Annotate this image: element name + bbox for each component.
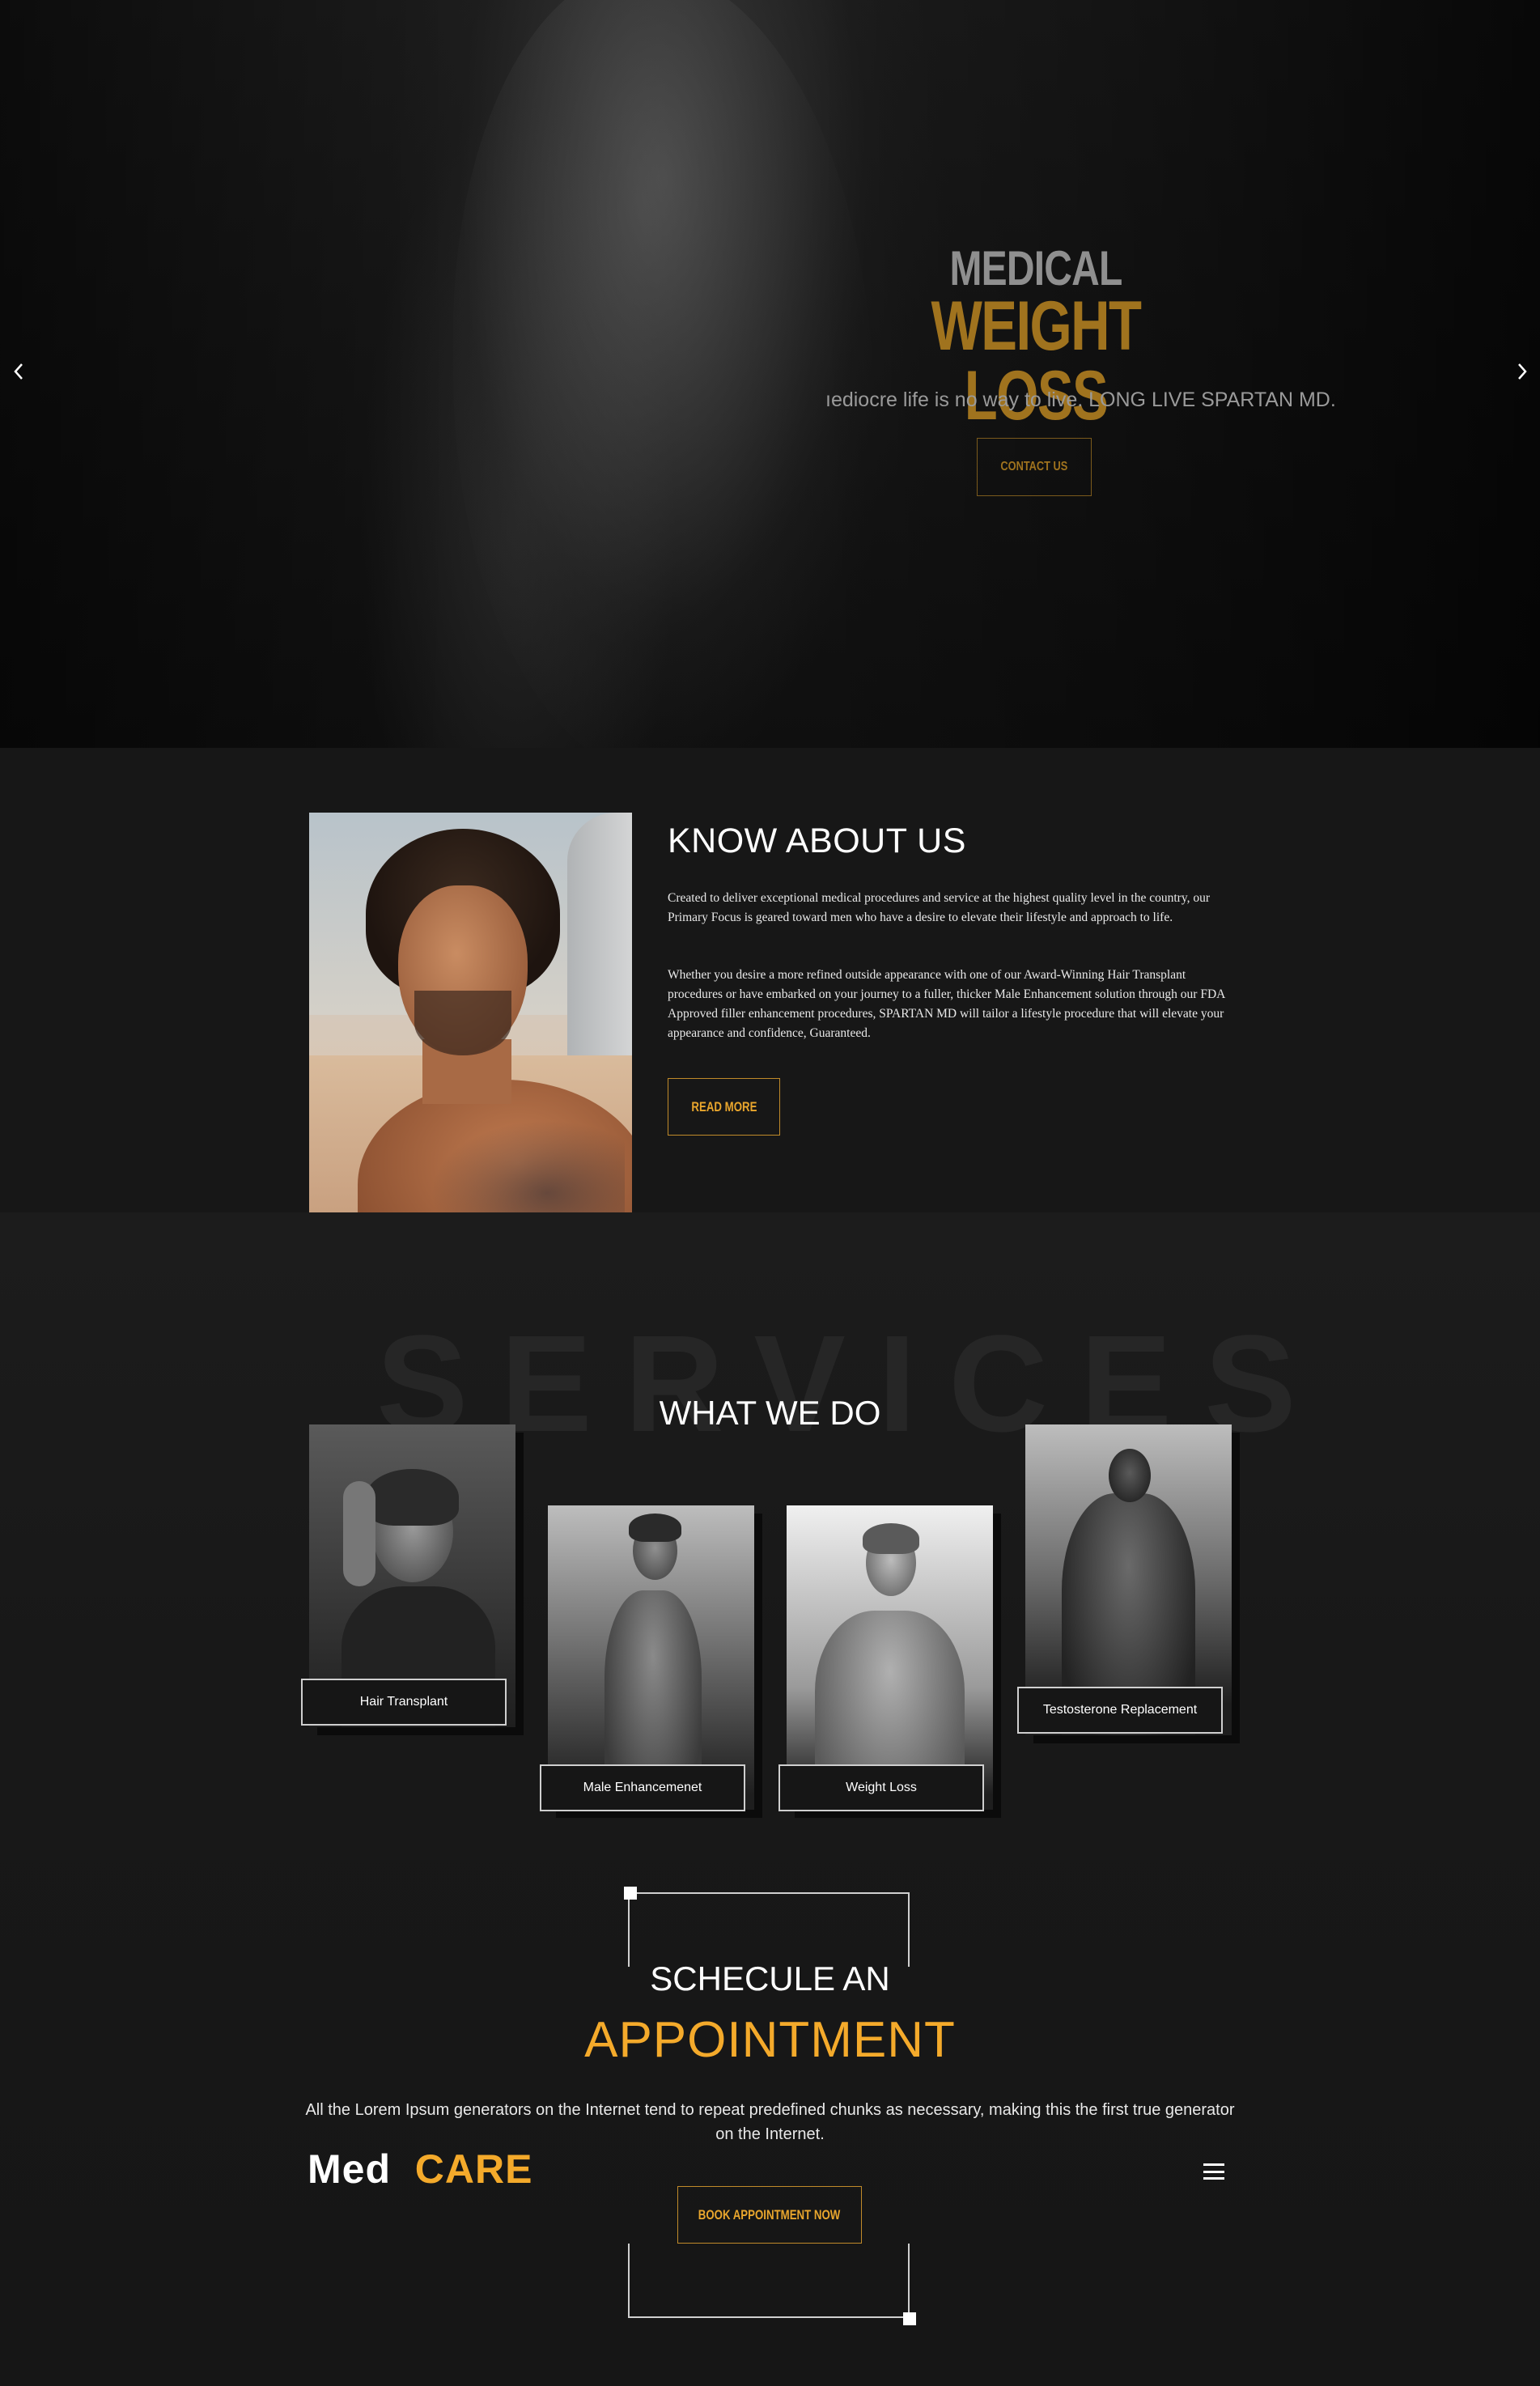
frame-corner-square <box>624 1887 637 1900</box>
service-label-hair-transplant: Hair Transplant <box>301 1679 507 1726</box>
slider-prev-button[interactable] <box>6 359 31 384</box>
service-card-male-enhancement[interactable]: Male Enhancemenet <box>540 1505 762 1818</box>
service-card-hair-transplant[interactable]: Hair Transplant <box>301 1424 524 1735</box>
book-appointment-button[interactable]: BOOK APPOINTMENT NOW <box>677 2186 862 2244</box>
service-card-testosterone-replacement[interactable]: Testosterone Replacement <box>1017 1424 1240 1743</box>
appointment-frame-bottom <box>628 2244 910 2318</box>
hero-tagline: ıediocre life is no way to live. LONG LI… <box>825 388 1336 411</box>
contact-us-button[interactable]: CONTACT US <box>977 438 1092 496</box>
appointment-text: All the Lorem Ipsum generators on the In… <box>305 2101 1235 2143</box>
about-paragraph-1: Created to deliver exceptional medical p… <box>668 891 1210 924</box>
service-label-text: Testosterone Replacement <box>1042 1703 1198 1717</box>
contact-us-button-label: CONTACT US <box>1000 460 1068 473</box>
logo-word-care: CARE <box>414 2146 533 2192</box>
logo-word-med: Med <box>308 2146 391 2192</box>
site-logo[interactable]: Med CARE <box>308 2146 532 2193</box>
service-label-text: Weight Loss <box>846 1781 917 1794</box>
frame-corner-square <box>903 2312 916 2325</box>
figure-hair <box>863 1523 919 1554</box>
about-paragraph-2: Whether you desire a more refined outsid… <box>668 968 1225 1040</box>
about-photo-beard <box>414 991 511 1055</box>
hamburger-menu-icon[interactable] <box>1203 2161 1224 2182</box>
about-title: KNOW ABOUT US <box>668 822 966 860</box>
service-label-text: Hair Transplant <box>359 1695 448 1709</box>
service-label-testosterone-replacement: Testosterone Replacement <box>1017 1687 1223 1734</box>
figure-hair <box>629 1514 681 1542</box>
slider-next-button[interactable] <box>1510 359 1534 384</box>
read-more-button[interactable]: READ MORE <box>668 1078 780 1136</box>
figure-hair <box>366 1469 459 1526</box>
menu-bar <box>1203 2170 1224 2173</box>
about-photo <box>309 813 632 1269</box>
service-label-male-enhancement: Male Enhancemenet <box>540 1764 745 1811</box>
service-label-text: Male Enhancemenet <box>583 1781 702 1794</box>
service-card-weight-loss[interactable]: Weight Loss <box>778 1505 1001 1818</box>
appointment-title: APPOINTMENT <box>584 2012 956 2068</box>
menu-bar <box>1203 2177 1224 2180</box>
appointment-subtitle: SCHECULE AN <box>650 1959 890 1998</box>
figure-head <box>1109 1449 1151 1502</box>
chevron-left-icon <box>14 363 23 380</box>
figure-arm <box>343 1481 375 1586</box>
hero-slider <box>0 0 1540 748</box>
book-appointment-button-label: BOOK APPOINTMENT NOW <box>698 2206 841 2223</box>
menu-bar <box>1203 2163 1224 2166</box>
service-label-weight-loss: Weight Loss <box>778 1764 984 1811</box>
services-title: WHAT WE DO <box>659 1394 881 1432</box>
appointment-frame-top <box>628 1892 910 1967</box>
read-more-button-label: READ MORE <box>690 1098 757 1114</box>
chevron-right-icon <box>1518 363 1527 380</box>
hero-shade-left <box>0 0 453 748</box>
